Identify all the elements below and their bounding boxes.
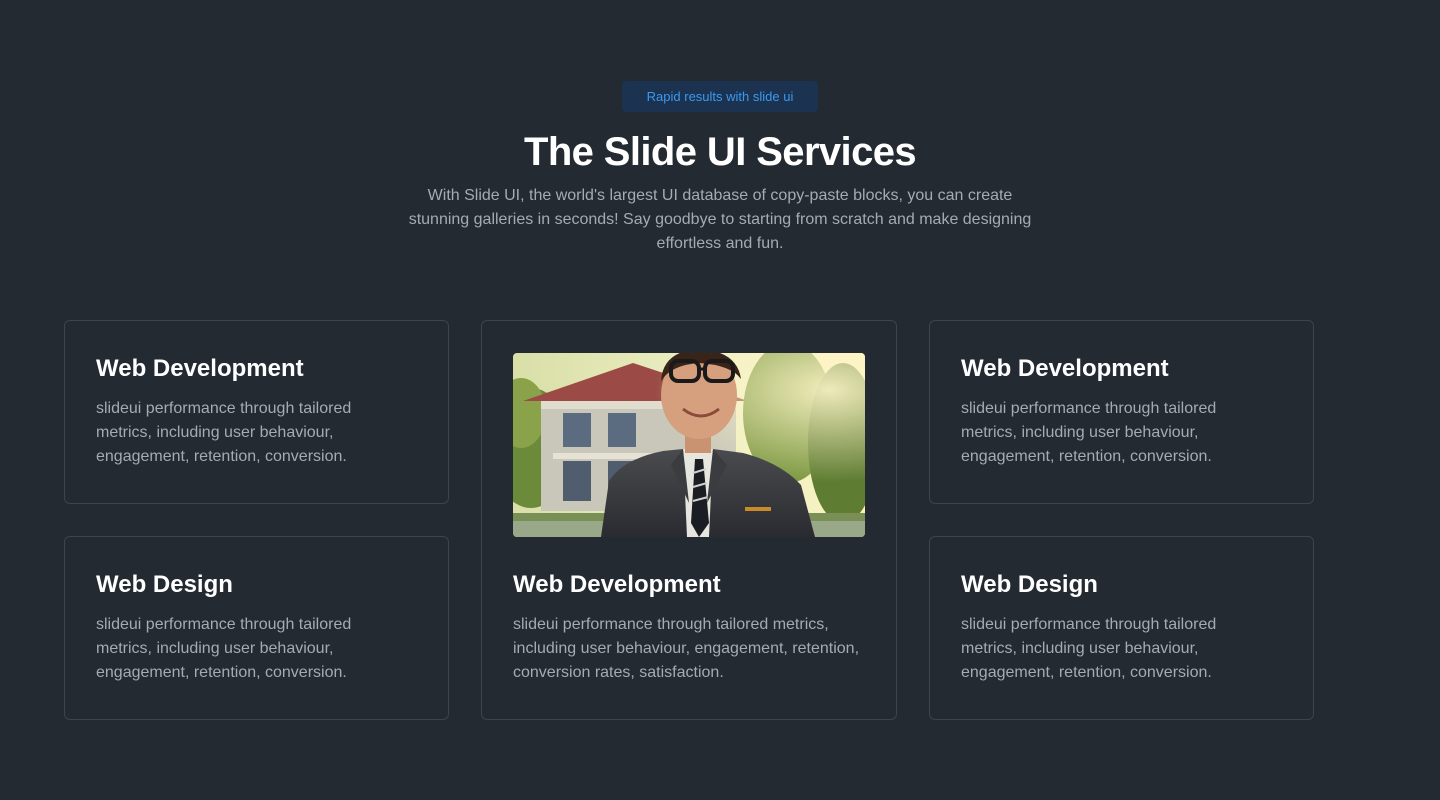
featured-service-card[interactable]: Web Development slideui performance thro… [481, 320, 897, 720]
services-section: Rapid results with slide ui The Slide UI… [0, 0, 1440, 800]
service-card-title: Web Development [513, 571, 721, 598]
service-card[interactable]: Web Development slideui performance thro… [929, 320, 1314, 504]
service-card[interactable]: Web Design slideui performance through t… [929, 536, 1314, 720]
portrait-photo [513, 353, 865, 537]
service-card-text: slideui performance through tailored met… [96, 400, 352, 465]
service-card-text: slideui performance through tailored met… [961, 400, 1217, 465]
service-card[interactable]: Web Development slideui performance thro… [64, 320, 449, 504]
service-card-text: slideui performance through tailored met… [96, 616, 352, 681]
service-card-text: slideui performance through tailored met… [961, 616, 1217, 681]
service-card-title: Web Design [96, 571, 233, 598]
service-card-title: Web Development [96, 355, 304, 382]
service-card-title: Web Design [961, 571, 1098, 598]
service-card-title: Web Development [961, 355, 1169, 382]
section-badge: Rapid results with slide ui [622, 81, 818, 112]
service-card-text: slideui performance through tailored met… [513, 616, 860, 681]
section-description: With Slide UI, the world's largest UI da… [408, 187, 1032, 252]
section-title: The Slide UI Services [523, 130, 917, 174]
service-card[interactable]: Web Design slideui performance through t… [64, 536, 449, 720]
